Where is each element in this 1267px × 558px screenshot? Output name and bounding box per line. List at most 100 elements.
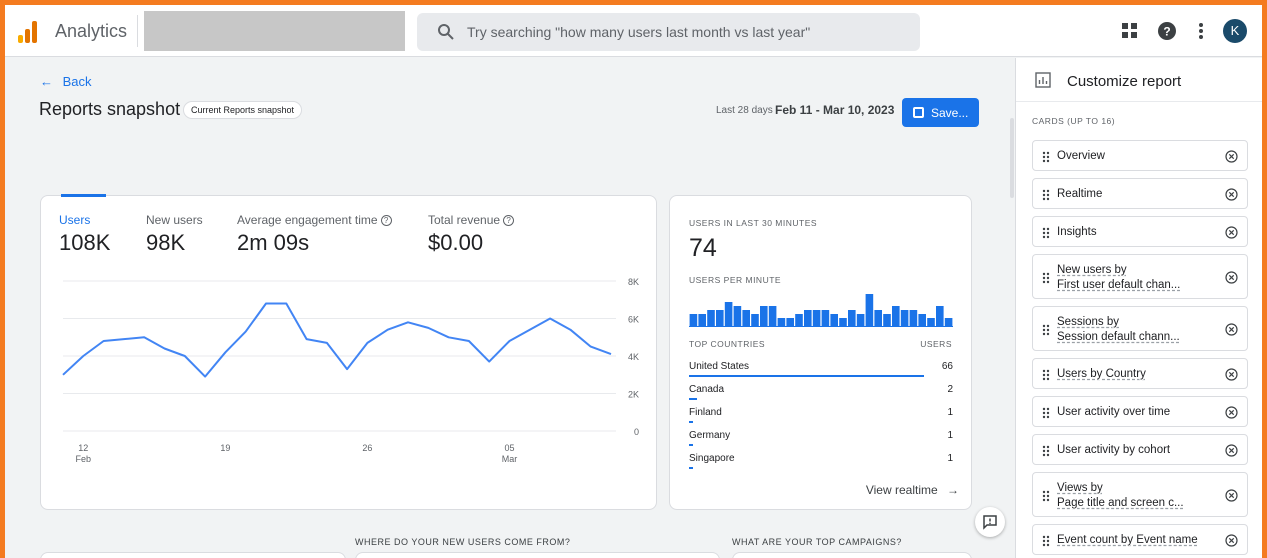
per-minute-bar[interactable] — [909, 310, 918, 326]
country-row[interactable]: Canada 2 — [689, 384, 953, 406]
more-vert-icon[interactable] — [1190, 20, 1212, 42]
per-minute-bar[interactable] — [856, 314, 865, 326]
top-countries-header: TOP COUNTRIES — [689, 339, 766, 349]
drag-handle-icon[interactable] — [1042, 227, 1050, 239]
per-minute-bar[interactable] — [944, 318, 953, 326]
drag-handle-icon[interactable] — [1042, 369, 1050, 381]
metric-tab-new-users[interactable]: New users 98K — [146, 213, 203, 256]
remove-card-icon[interactable] — [1225, 489, 1238, 502]
drag-handle-icon[interactable] — [1042, 445, 1050, 457]
per-minute-bar[interactable] — [839, 318, 847, 326]
drag-handle-icon[interactable] — [1042, 324, 1050, 336]
metric-tab-total-revenue[interactable]: Total revenue? $0.00 — [428, 213, 515, 256]
date-range-picker[interactable]: Feb 11 - Mar 10, 2023 — [775, 103, 894, 117]
search-input[interactable]: Try searching "how many users last month… — [467, 24, 810, 40]
metric-label: New users — [146, 213, 203, 227]
remove-card-icon[interactable] — [1225, 226, 1238, 239]
drag-handle-icon[interactable] — [1042, 535, 1050, 547]
country-row[interactable]: Germany 1 — [689, 430, 953, 452]
current-report-chip: Current Reports snapshot — [183, 101, 303, 119]
country-row[interactable]: Finland 1 — [689, 407, 953, 429]
analytics-logo-icon[interactable] — [18, 21, 40, 43]
report-card-item[interactable]: Users by Country — [1032, 358, 1248, 389]
back-link[interactable]: ← Back — [40, 74, 92, 89]
per-minute-bar[interactable] — [751, 314, 759, 326]
per-minute-bar[interactable] — [865, 294, 874, 326]
remove-card-icon[interactable] — [1225, 271, 1238, 284]
save-icon — [913, 107, 924, 118]
drag-handle-icon[interactable] — [1042, 189, 1050, 201]
help-icon[interactable]: ? — [503, 215, 515, 226]
report-card-item[interactable]: Views by Page title and screen c... — [1032, 472, 1248, 517]
per-minute-bar[interactable] — [698, 314, 706, 326]
per-minute-bar[interactable] — [786, 318, 794, 326]
country-name: Singapore — [689, 453, 735, 464]
main-content: ← Back Reports snapshot Current Reports … — [5, 58, 1008, 558]
metric-tab-engagement-time[interactable]: Average engagement time? 2m 09s — [237, 213, 392, 256]
per-minute-bar[interactable] — [821, 310, 830, 326]
page-title: Reports snapshot — [39, 99, 181, 119]
remove-card-icon[interactable] — [1225, 150, 1238, 163]
apps-grid-icon[interactable] — [1119, 20, 1141, 42]
country-users: 2 — [947, 384, 953, 395]
per-minute-bar[interactable] — [795, 314, 803, 326]
search-bar[interactable]: Try searching "how many users last month… — [417, 13, 920, 51]
drag-handle-icon[interactable] — [1042, 272, 1050, 284]
country-row[interactable]: Singapore 1 — [689, 453, 953, 475]
per-minute-bar[interactable] — [689, 314, 698, 326]
view-realtime-link[interactable]: View realtime → — [866, 483, 959, 497]
per-minute-bar[interactable] — [724, 302, 733, 326]
report-card-item[interactable]: Overview — [1032, 140, 1248, 171]
metric-tab-users[interactable]: Users 108K — [59, 213, 110, 256]
report-card-item[interactable]: New users by First user default chan... — [1032, 254, 1248, 299]
bottom-card — [355, 552, 720, 558]
remove-card-icon[interactable] — [1225, 188, 1238, 201]
country-row[interactable]: United States 66 — [689, 361, 953, 383]
per-minute-bar[interactable] — [936, 306, 944, 326]
save-button[interactable]: Save... — [902, 98, 979, 127]
report-card-item[interactable]: Realtime — [1032, 178, 1248, 209]
card-title: Realtime — [1057, 188, 1103, 200]
per-minute-bar[interactable] — [760, 306, 768, 326]
report-card-item[interactable]: Event count by Event name — [1032, 524, 1248, 555]
per-minute-bar[interactable] — [804, 310, 812, 326]
metric-value: 108K — [59, 230, 111, 255]
help-icon[interactable]: ? — [380, 215, 392, 226]
drag-handle-icon[interactable] — [1042, 490, 1050, 502]
remove-card-icon[interactable] — [1225, 406, 1238, 419]
per-minute-bar[interactable] — [777, 318, 786, 326]
per-minute-bar[interactable] — [918, 314, 926, 326]
help-icon[interactable]: ? — [1156, 20, 1178, 42]
per-minute-bar[interactable] — [812, 310, 821, 326]
feedback-button[interactable] — [975, 507, 1005, 537]
drag-handle-icon[interactable] — [1042, 151, 1050, 163]
account-selector[interactable] — [144, 11, 405, 51]
per-minute-bar[interactable] — [892, 306, 900, 326]
avatar[interactable]: K — [1223, 19, 1247, 43]
remove-card-icon[interactable] — [1225, 444, 1238, 457]
per-minute-bar[interactable] — [830, 314, 838, 326]
app-frame: Analytics Try searching "how many users … — [0, 0, 1267, 558]
per-minute-bar[interactable] — [768, 306, 777, 326]
country-users: 1 — [947, 430, 953, 441]
users-series-line[interactable] — [62, 302, 612, 378]
remove-card-icon[interactable] — [1225, 368, 1238, 381]
report-card-item[interactable]: User activity by cohort — [1032, 434, 1248, 465]
drag-handle-icon[interactable] — [1042, 407, 1050, 419]
per-minute-bar[interactable] — [716, 310, 724, 326]
x-tick-month: Mar — [502, 454, 518, 464]
scrollbar-thumb[interactable] — [1010, 118, 1014, 198]
per-minute-bar[interactable] — [874, 310, 882, 326]
per-minute-bar[interactable] — [927, 318, 935, 326]
report-card-item[interactable]: User activity over time — [1032, 396, 1248, 427]
per-minute-bar[interactable] — [900, 310, 909, 326]
per-minute-bar[interactable] — [742, 310, 750, 326]
remove-card-icon[interactable] — [1225, 323, 1238, 336]
per-minute-bar[interactable] — [733, 306, 742, 326]
per-minute-bar[interactable] — [883, 314, 891, 326]
remove-card-icon[interactable] — [1225, 534, 1238, 547]
per-minute-bar[interactable] — [848, 310, 856, 326]
report-card-item[interactable]: Insights — [1032, 216, 1248, 247]
per-minute-bar[interactable] — [707, 310, 715, 326]
report-card-item[interactable]: Sessions by Session default chann... — [1032, 306, 1248, 351]
